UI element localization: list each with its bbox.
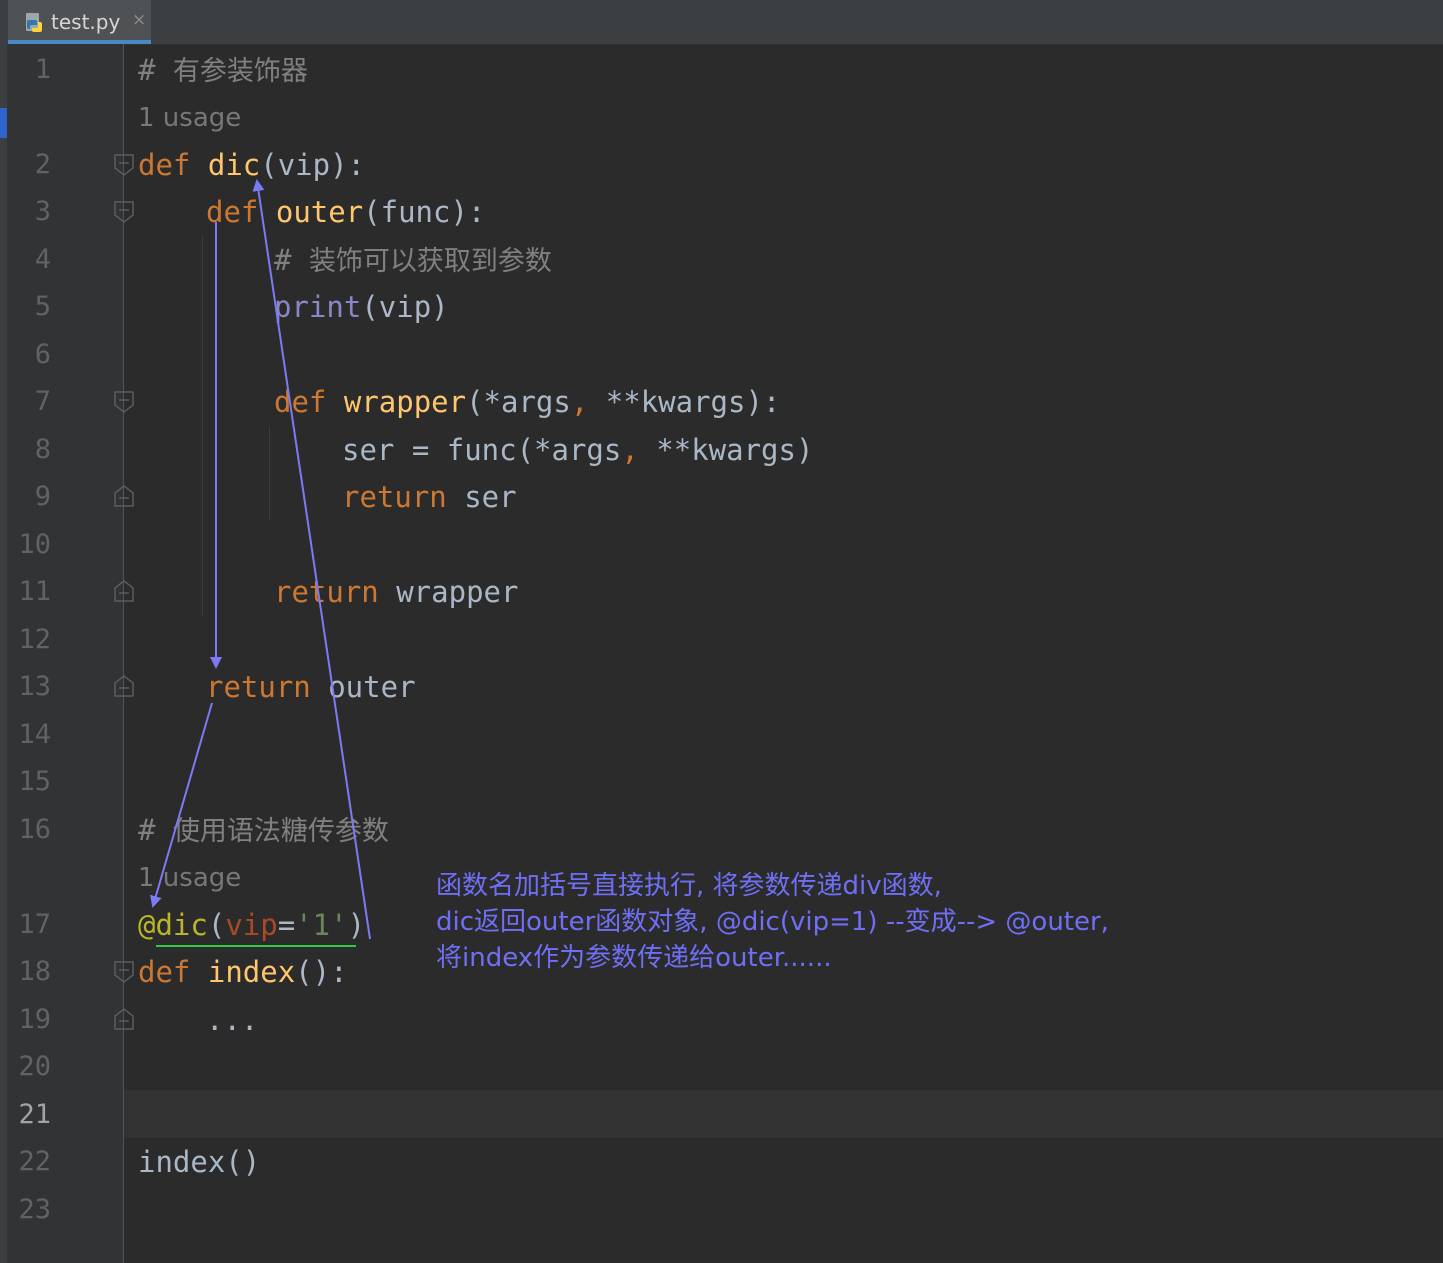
- arrow-return-to-decorator: [150, 702, 213, 908]
- arrow-decorator-to-dic: [252, 179, 371, 940]
- annotation-arrows: [150, 179, 371, 947]
